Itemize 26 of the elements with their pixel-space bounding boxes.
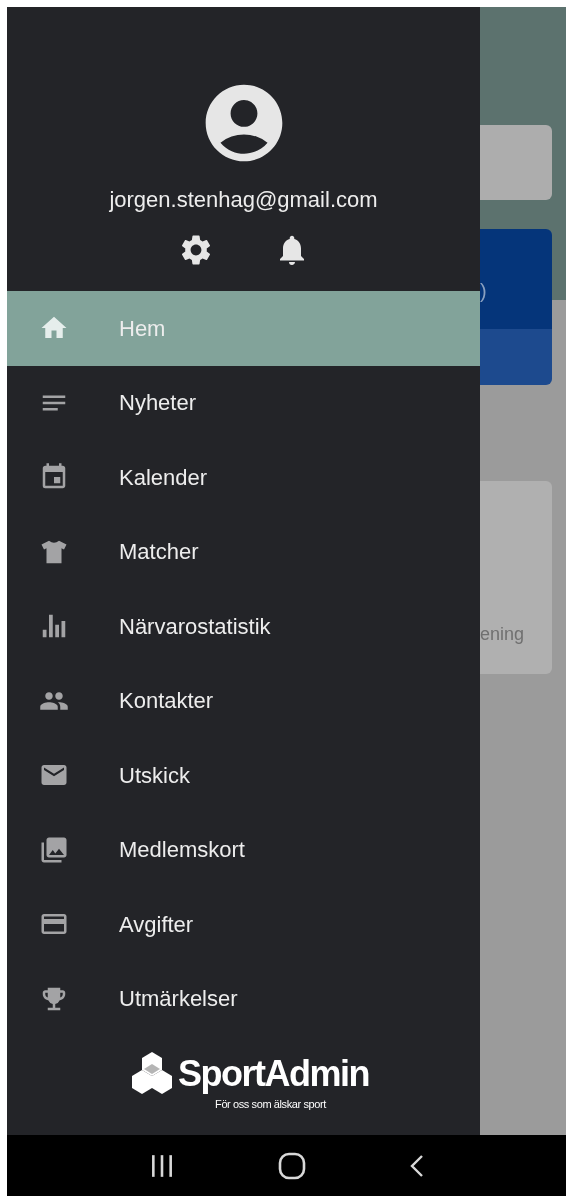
menu-item[interactable]: Kontakter	[7, 663, 480, 738]
menu-item[interactable]: Utskick	[7, 738, 480, 813]
menu-label: Utskick	[119, 761, 190, 790]
menu-item[interactable]: Matcher	[7, 514, 480, 589]
banner-text: )	[480, 281, 487, 301]
menu-item[interactable]: Medlemskort	[7, 812, 480, 887]
menu-label: Hem	[119, 314, 166, 343]
menu-item[interactable]: Nyheter	[7, 365, 480, 440]
menu-label: Matcher	[119, 538, 199, 567]
home-button-icon[interactable]	[277, 1151, 306, 1180]
menu-label: Nyheter	[119, 389, 197, 418]
menu-item[interactable]: Utmärkelser	[7, 961, 480, 1036]
menu-item[interactable]: Närvarostatistik	[7, 589, 480, 664]
menu-item[interactable]: Kalender	[7, 440, 480, 515]
menu-item[interactable]: Avgifter	[7, 887, 480, 962]
menu-label: Närvarostatistik	[119, 612, 271, 641]
menu-label: Utmärkelser	[119, 985, 238, 1014]
account-email: jorgen.stenhag@gmail.com	[109, 186, 378, 214]
brand-name: SportAdmin	[178, 1056, 369, 1092]
card-text: ening	[480, 623, 525, 646]
back-icon[interactable]	[408, 1153, 425, 1178]
menu-label: Kontakter	[119, 687, 214, 716]
menu-label: Avgifter	[119, 910, 194, 939]
menu-label: Medlemskort	[119, 836, 245, 865]
menu-label: Kalender	[119, 463, 208, 492]
brand-tagline: För oss som älskar sport	[215, 1097, 326, 1112]
